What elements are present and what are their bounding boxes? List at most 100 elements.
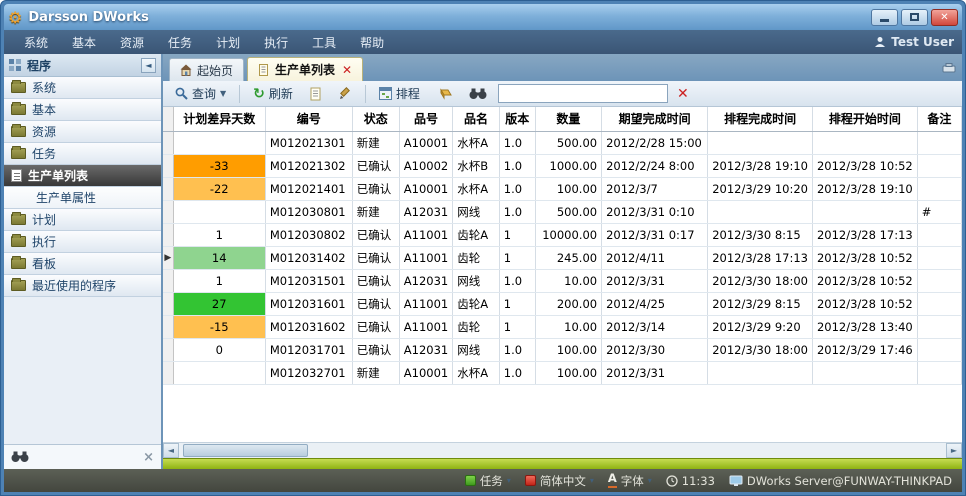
new-button[interactable] [304, 84, 328, 104]
tab-1[interactable]: 生产单列表✕ [247, 57, 363, 81]
column-header-3[interactable]: 状态 [352, 107, 399, 131]
sidebar-item-5[interactable]: 生产单属性 [4, 187, 161, 209]
sidebar-item-8[interactable]: 看板 [4, 253, 161, 275]
table-row[interactable]: -33M012021302已确认A10002水杯B1.01000.002012/… [163, 154, 962, 177]
table-row[interactable]: M012021301新建A10001水杯A1.0500.002012/2/28 … [163, 131, 962, 154]
menu-item-5[interactable]: 执行 [252, 31, 300, 54]
maximize-button[interactable] [901, 9, 928, 26]
cell: 1.0 [499, 131, 535, 154]
tab-0[interactable]: 起始页 [169, 58, 244, 81]
row-indicator-cell [163, 361, 173, 384]
tab-close-icon[interactable]: ✕ [342, 63, 352, 77]
table-row[interactable]: 0M012031701已确认A12031网线1.0100.002012/3/30… [163, 338, 962, 361]
cell [917, 131, 961, 154]
minimize-button[interactable] [871, 9, 898, 26]
sidebar-item-7[interactable]: 执行 [4, 231, 161, 253]
cell: 2012/3/29 10:20 [708, 177, 813, 200]
column-header-10[interactable]: 排程开始时间 [812, 107, 917, 131]
column-header-1[interactable]: 计划差异天数 [173, 107, 265, 131]
close-button[interactable]: ✕ [931, 9, 958, 26]
scroll-right-button[interactable]: ► [946, 443, 962, 458]
cell: 200.00 [535, 292, 601, 315]
eraser-button[interactable] [431, 85, 458, 103]
language-menu[interactable]: 简体中文 ▾ [525, 473, 594, 489]
sidebar-search-bar[interactable]: × [4, 444, 161, 469]
pin-icon[interactable] [942, 63, 956, 75]
table-row[interactable]: 1M012030802已确认A11001齿轮A110000.002012/3/3… [163, 223, 962, 246]
table-row[interactable]: -22M012021401已确认A10001水杯A1.0100.002012/3… [163, 177, 962, 200]
table-row[interactable]: -15M012031602已确认A11001齿轮110.002012/3/142… [163, 315, 962, 338]
column-header-5[interactable]: 品名 [453, 107, 500, 131]
scrollbar-thumb[interactable] [183, 444, 308, 457]
table-row[interactable]: ▶14M012031402已确认A11001齿轮1245.002012/4/11… [163, 246, 962, 269]
task-menu[interactable]: 任务 ▾ [465, 473, 511, 489]
sidebar-search-clear-icon[interactable]: × [143, 450, 154, 465]
cell: 2012/3/30 18:00 [708, 338, 813, 361]
eraser-icon [437, 88, 452, 100]
table-row[interactable]: M012030801新建A12031网线1.0500.002012/3/31 0… [163, 200, 962, 223]
sidebar-item-3[interactable]: 任务 [4, 143, 161, 165]
column-header-7[interactable]: 数量 [535, 107, 601, 131]
sidebar-item-9[interactable]: 最近使用的程序 [4, 275, 161, 297]
column-header-8[interactable]: 期望完成时间 [602, 107, 708, 131]
cell: 2012/3/28 13:40 [812, 315, 917, 338]
user-icon [874, 36, 886, 48]
cell: 2012/3/30 8:15 [708, 223, 813, 246]
cell: 已确认 [352, 246, 399, 269]
cell [812, 200, 917, 223]
cell [917, 292, 961, 315]
window-title: Darsson DWorks [28, 10, 149, 25]
cell: A10001 [399, 131, 452, 154]
refresh-button[interactable]: ↻ 刷新 [247, 82, 299, 105]
cell: 10.00 [535, 315, 601, 338]
cell [917, 246, 961, 269]
sidebar-collapse-button[interactable]: ◄ [141, 58, 156, 73]
sidebar-item-0[interactable]: 系统 [4, 77, 161, 99]
query-button[interactable]: 查询 ▼ [169, 82, 232, 105]
sidebar-item-4[interactable]: 生产单列表 [4, 165, 161, 187]
user-indicator[interactable]: Test User [874, 35, 954, 49]
menu-item-1[interactable]: 基本 [60, 31, 108, 54]
table-row[interactable]: 27M012031601已确认A11001齿轮A1200.002012/4/25… [163, 292, 962, 315]
menu-item-4[interactable]: 计划 [204, 31, 252, 54]
find-button[interactable] [463, 85, 493, 103]
cell: 2012/4/25 [602, 292, 708, 315]
tab-label: 起始页 [197, 62, 233, 79]
cell: 齿轮 [453, 315, 500, 338]
clear-filter-icon[interactable]: ✕ [673, 86, 693, 102]
sidebar-title: 程序 [27, 57, 51, 74]
sidebar-item-label: 任务 [32, 145, 56, 162]
cell [812, 131, 917, 154]
horizontal-scrollbar[interactable]: ◄ ► [163, 442, 962, 458]
edit-button[interactable] [333, 84, 358, 103]
scroll-left-button[interactable]: ◄ [163, 443, 179, 458]
sidebar-item-label: 看板 [32, 255, 56, 272]
menu-item-6[interactable]: 工具 [300, 31, 348, 54]
cell: 已确认 [352, 315, 399, 338]
cell [917, 177, 961, 200]
folder-icon [11, 214, 26, 225]
sidebar-item-2[interactable]: 资源 [4, 121, 161, 143]
column-header-6[interactable]: 版本 [499, 107, 535, 131]
cell: 2012/3/28 10:52 [812, 269, 917, 292]
menu-item-7[interactable]: 帮助 [348, 31, 396, 54]
menu-item-0[interactable]: 系统 [12, 31, 60, 54]
table-row[interactable]: M012032701新建A10001水杯A1.0100.002012/3/31 [163, 361, 962, 384]
filter-input[interactable] [498, 84, 668, 103]
menu-item-3[interactable]: 任务 [156, 31, 204, 54]
column-header-4[interactable]: 品号 [399, 107, 452, 131]
schedule-button[interactable]: 排程 [373, 82, 426, 105]
row-indicator-cell [163, 292, 173, 315]
sidebar-item-1[interactable]: 基本 [4, 99, 161, 121]
font-menu[interactable]: A 字体 ▾ [608, 473, 652, 489]
folder-icon [11, 104, 26, 115]
server-icon [729, 475, 743, 487]
cell [173, 131, 265, 154]
table-row[interactable]: 1M012031501已确认A12031网线1.010.002012/3/312… [163, 269, 962, 292]
column-header-9[interactable]: 排程完成时间 [708, 107, 813, 131]
cell: 1000.00 [535, 154, 601, 177]
menu-item-2[interactable]: 资源 [108, 31, 156, 54]
column-header-11[interactable]: 备注 [917, 107, 961, 131]
column-header-2[interactable]: 编号 [265, 107, 352, 131]
sidebar-item-6[interactable]: 计划 [4, 209, 161, 231]
